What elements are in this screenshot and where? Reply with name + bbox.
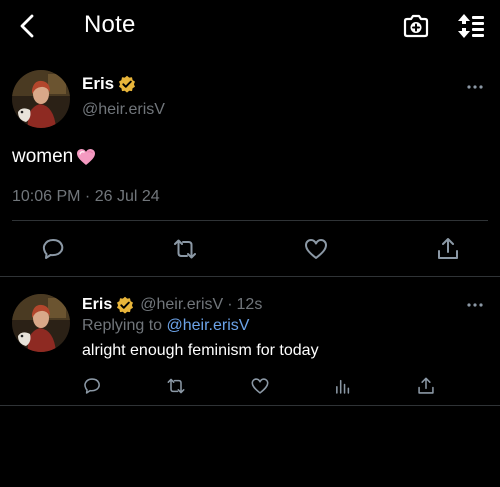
like-icon (305, 239, 327, 259)
more-dots-icon (467, 85, 483, 89)
author-row: Eris (82, 74, 136, 94)
reply-time[interactable]: 12s (237, 296, 263, 314)
verified-badge-icon (118, 75, 136, 93)
share-icon (438, 238, 458, 259)
reply-like-button[interactable] (250, 376, 270, 396)
retweet-icon (174, 239, 196, 259)
reply-author-handle[interactable]: @heir.erisV (140, 296, 223, 314)
back-button[interactable] (14, 12, 40, 40)
share-button[interactable] (435, 236, 461, 262)
reply-share-button[interactable] (416, 376, 436, 396)
replying-to: Replying to @heir.erisV (82, 317, 249, 335)
like-icon (251, 378, 269, 394)
tweet-text: women (12, 146, 96, 168)
reply-text: alright enough feminism for today (82, 342, 319, 359)
camera-button[interactable] (402, 12, 430, 40)
avatar-image (12, 70, 70, 128)
reply-reply-button[interactable] (82, 376, 102, 396)
pink-heart-icon (76, 148, 96, 166)
avatar-image (12, 294, 70, 352)
divider (12, 220, 488, 221)
tweet-text-content: women (12, 146, 74, 167)
author-handle[interactable]: @heir.erisV (82, 101, 165, 119)
reply-retweet-button[interactable] (166, 376, 186, 396)
reply-avatar[interactable] (12, 294, 70, 352)
tweet-timestamp[interactable]: 10:06 PM · 26 Jul 24 (12, 188, 160, 206)
sort-arrows-icon (458, 14, 484, 38)
top-bar: Note (0, 0, 500, 52)
replying-to-link[interactable]: @heir.erisV (167, 317, 250, 334)
sort-button[interactable] (456, 12, 486, 40)
reply-more-options-button[interactable] (464, 298, 486, 310)
reply-icon (84, 378, 100, 394)
reply-icon (42, 239, 64, 259)
more-options-button[interactable] (464, 80, 486, 92)
divider (0, 405, 500, 406)
author-name[interactable]: Eris (82, 74, 114, 94)
verified-badge-icon (116, 296, 134, 314)
page-title: Note (84, 11, 136, 38)
camera-plus-icon (403, 14, 429, 38)
reply-button[interactable] (40, 236, 66, 262)
retweet-icon (167, 378, 185, 394)
reply-author-row: Eris @heir.erisV · 12s (82, 296, 262, 314)
retweet-button[interactable] (172, 236, 198, 262)
replying-to-label: Replying to (82, 317, 167, 334)
reply-author-name[interactable]: Eris (82, 296, 112, 314)
share-icon (418, 377, 434, 394)
divider (0, 276, 500, 277)
avatar[interactable] (12, 70, 70, 128)
reply-views-button[interactable] (333, 376, 353, 396)
like-button[interactable] (303, 236, 329, 262)
chevron-left-icon (20, 14, 34, 38)
more-dots-icon (467, 303, 483, 307)
views-icon (336, 379, 350, 394)
separator-dot: · (227, 296, 233, 313)
